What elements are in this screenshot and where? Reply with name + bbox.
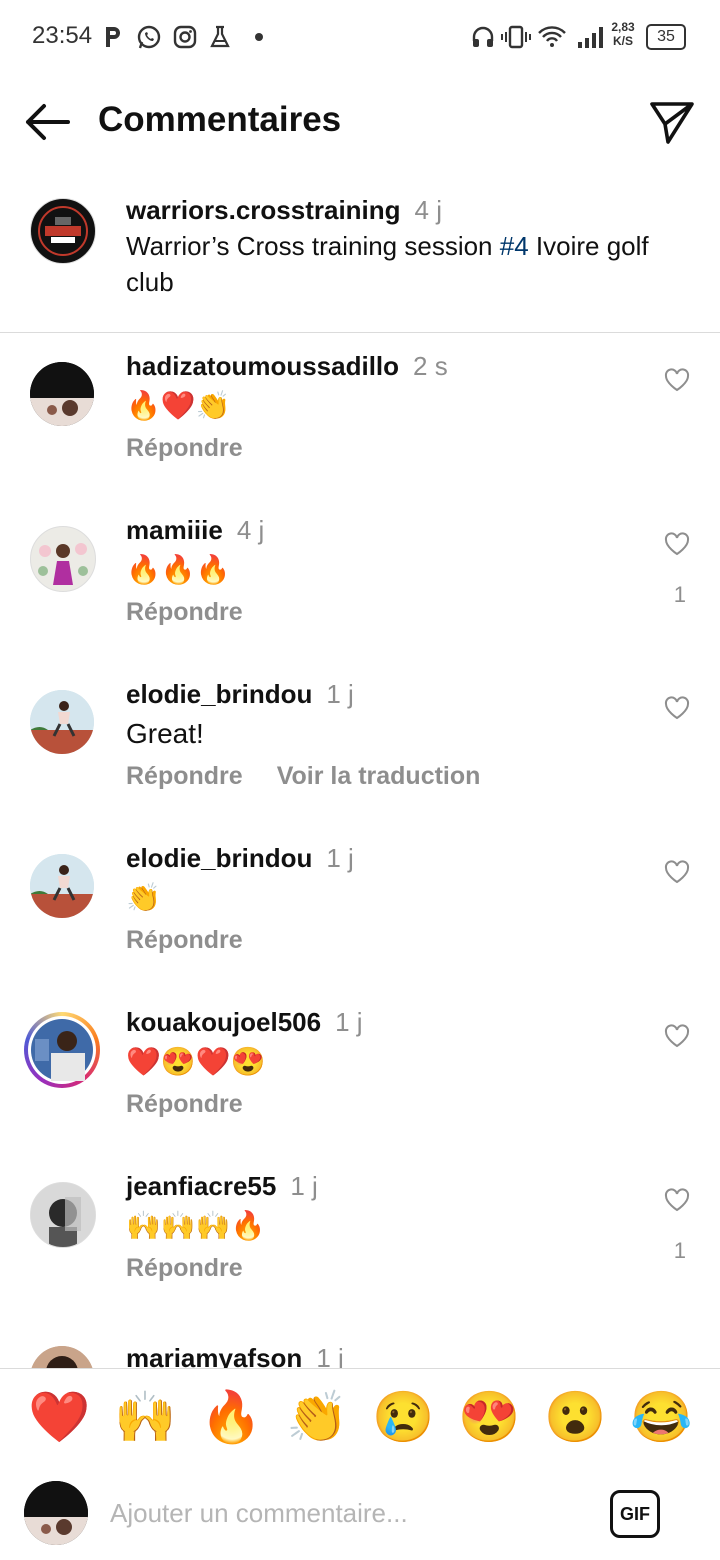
avatar: [31, 1019, 93, 1081]
comment-item: mamiiie 4 j 🔥🔥🔥 Répondre 1: [0, 515, 720, 690]
wifi-icon: [536, 24, 568, 50]
comment-username[interactable]: mamiiie: [126, 515, 223, 545]
comment-item: jeanfiacre55 1 j 🙌🙌🙌🔥 Répondre 1: [0, 1171, 720, 1346]
network-speed-value: 2,83: [611, 20, 635, 34]
p-app-icon: [102, 24, 124, 50]
vibrate-icon: [500, 24, 532, 50]
emoji-heart-button[interactable]: ❤️: [28, 1387, 90, 1447]
comment-text: 🔥❤️👏: [126, 390, 231, 421]
battery-level: 35: [657, 28, 675, 45]
whatsapp-icon: [136, 24, 162, 50]
like-heart-icon[interactable]: [664, 368, 690, 392]
comment-text: 👏: [126, 882, 161, 913]
caption-text-start: Warrior’s Cross training session: [126, 231, 500, 261]
signal-icon: [576, 24, 604, 50]
comment-item: hadizatoumoussadillo 2 s 🔥❤️👏 Répondre: [0, 351, 720, 526]
flask-icon: [208, 24, 232, 50]
comment-item: kouakoujoel506 1 j ❤️😍❤️😍 Répondre: [0, 1007, 720, 1182]
comment-time: 1 j: [290, 1171, 318, 1201]
emoji-surprised-button[interactable]: 😮: [544, 1387, 606, 1447]
like-heart-icon[interactable]: [664, 532, 690, 556]
comment-time: 2 s: [413, 351, 448, 381]
current-user-avatar: [24, 1481, 88, 1545]
caption-hashtag[interactable]: #4: [500, 231, 529, 261]
comment-time: 1 j: [326, 843, 354, 873]
avatar[interactable]: [30, 362, 94, 426]
comment-username[interactable]: elodie_brindou: [126, 843, 312, 873]
avatar[interactable]: [30, 1346, 94, 1368]
page-title: Commentaires: [98, 100, 342, 139]
story-ring[interactable]: [24, 1012, 100, 1088]
comment-input[interactable]: Ajouter un commentaire...: [110, 1498, 408, 1529]
reply-button[interactable]: Répondre: [126, 926, 243, 954]
comment-item: elodie_brindou 1 j Great! Répondre Voir la…: [0, 679, 720, 854]
comment-username[interactable]: hadizatoumoussadillo: [126, 351, 399, 381]
emoji-raised-hands-button[interactable]: 🙌: [114, 1387, 176, 1447]
avatar[interactable]: [30, 526, 96, 592]
caption-time: 4 j: [414, 195, 443, 225]
reply-button[interactable]: Répondre: [126, 1090, 243, 1118]
post-caption: warriors.crosstraining 4 j Warrior’s Cros…: [0, 190, 720, 333]
reply-button[interactable]: Répondre: [126, 598, 243, 626]
comment-text: Great!: [126, 718, 204, 749]
send-icon[interactable]: [648, 98, 696, 146]
caption-username[interactable]: warriors.crosstraining: [126, 195, 401, 225]
comment-item: elodie_brindou 1 j 👏 Répondre: [0, 843, 720, 1018]
gif-button[interactable]: GIF: [610, 1490, 660, 1538]
comment-username[interactable]: elodie_brindou: [126, 679, 312, 709]
comment-text: 🔥🔥🔥: [126, 554, 231, 585]
comment-username[interactable]: kouakoujoel506: [126, 1007, 321, 1037]
comment-composer: Ajouter un commentaire... GIF: [0, 1465, 720, 1560]
emoji-clapping-button[interactable]: 👏: [286, 1387, 348, 1447]
comment-text: ❤️😍❤️😍: [126, 1046, 266, 1077]
reply-button[interactable]: Répondre: [126, 434, 243, 462]
network-speed: 2,83 K/S: [608, 20, 638, 48]
headphones-icon: [470, 24, 496, 50]
like-heart-icon[interactable]: [664, 1024, 690, 1048]
avatar[interactable]: [30, 854, 94, 918]
avatar[interactable]: [30, 1182, 96, 1248]
status-bar: 23:54 2,83 K/S 35: [0, 0, 720, 72]
comment-time: 4 j: [236, 515, 265, 545]
caption-text: Warrior’s Cross training session #4 Ivoi…: [126, 228, 680, 300]
comment-username[interactable]: jeanfiacre55: [126, 1171, 276, 1201]
top-app-bar: Commentaires: [0, 80, 720, 160]
emoji-heart-eyes-button[interactable]: 😍: [458, 1387, 520, 1447]
emoji-laughing-button[interactable]: 😂: [630, 1387, 692, 1447]
comment-item-partial: mariamyafson 1 j: [0, 1330, 720, 1368]
instagram-icon: [172, 24, 198, 50]
more-notifications-dot-icon: [254, 24, 264, 50]
comment-text: 🙌🙌🙌🔥: [126, 1210, 266, 1241]
like-count: 1: [673, 582, 686, 607]
comment-time: 1 j: [335, 1007, 363, 1037]
reply-button[interactable]: Répondre: [126, 1254, 243, 1282]
like-count: 1: [673, 1238, 686, 1263]
avatar[interactable]: [30, 198, 96, 264]
comment-time: 1 j: [316, 1343, 344, 1368]
avatar[interactable]: [30, 690, 94, 754]
comment-time: 1 j: [326, 679, 354, 709]
emoji-crying-button[interactable]: 😢: [372, 1387, 434, 1447]
battery-icon: 35: [646, 24, 686, 50]
reply-button[interactable]: Répondre: [126, 762, 243, 790]
like-heart-icon[interactable]: [664, 1188, 690, 1212]
back-arrow-icon[interactable]: [22, 100, 74, 144]
emoji-fire-button[interactable]: 🔥: [200, 1387, 262, 1447]
quick-emoji-bar: ❤️ 🙌 🔥 👏 😢 😍 😮 😂: [0, 1368, 720, 1466]
status-time: 23:54: [32, 22, 93, 49]
network-speed-unit: K/S: [612, 34, 633, 48]
comment-username[interactable]: mariamyafson: [126, 1343, 302, 1368]
like-heart-icon[interactable]: [664, 696, 690, 720]
see-translation-button[interactable]: Voir la traduction: [277, 762, 481, 790]
like-heart-icon[interactable]: [664, 860, 690, 884]
